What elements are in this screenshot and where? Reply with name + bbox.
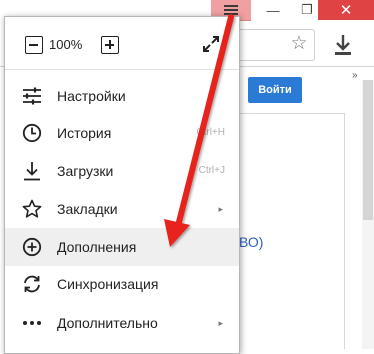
download-icon[interactable] — [332, 33, 354, 57]
menu-item-downloads[interactable]: Загрузки Ctrl+J — [5, 152, 239, 190]
more-tools-icon[interactable]: » — [352, 70, 362, 81]
sync-icon — [22, 274, 42, 294]
hamburger-icon — [224, 5, 238, 15]
restore-icon: ❐ — [301, 2, 313, 17]
zoom-level: 100% — [49, 37, 83, 52]
shortcut-label: Ctrl+J — [198, 165, 225, 176]
login-button[interactable]: Войти — [248, 77, 302, 103]
menu-item-sync[interactable]: Синхронизация — [5, 265, 239, 303]
download-icon — [22, 161, 42, 181]
menu-item-label: Загрузки — [57, 163, 114, 179]
submenu-arrow-icon: ▸ — [218, 204, 223, 214]
clock-icon — [22, 123, 42, 143]
page-link[interactable]: ВО) — [239, 234, 263, 250]
page-divider — [344, 113, 345, 349]
app-menu-panel: 100% Настройки История Ctrl+H Загрузки C… — [4, 16, 240, 354]
menu-item-more[interactable]: Дополнительно ▸ — [5, 304, 239, 342]
menu-item-label: Синхронизация — [57, 276, 159, 292]
menu-item-label: Закладки — [57, 201, 118, 217]
shortcut-label: Ctrl+H — [196, 127, 225, 138]
submenu-arrow-icon: ▸ — [218, 318, 223, 328]
sliders-icon — [22, 86, 42, 106]
zoom-out-button[interactable] — [25, 36, 43, 54]
minimize-icon: — — [266, 2, 280, 18]
dots-icon — [22, 313, 42, 333]
bookmark-star-icon[interactable]: ☆ — [288, 33, 310, 55]
menu-item-label: Настройки — [57, 88, 126, 104]
fullscreen-icon[interactable] — [201, 34, 221, 54]
star-icon — [22, 199, 42, 219]
minimize-button[interactable]: — — [256, 0, 290, 20]
menu-item-history[interactable]: История Ctrl+H — [5, 114, 239, 152]
close-window-button[interactable]: ✕ — [318, 0, 374, 20]
menu-item-label: Дополнения — [57, 239, 137, 255]
plus-circle-icon — [22, 237, 42, 257]
zoom-controls: 100% — [5, 17, 239, 73]
page-panel-border — [240, 113, 344, 114]
close-icon: ✕ — [339, 2, 353, 19]
zoom-in-button[interactable] — [101, 36, 119, 54]
menu-item-label: История — [57, 125, 112, 141]
menu-item-bookmarks[interactable]: Закладки ▸ — [5, 190, 239, 228]
menu-item-addons[interactable]: Дополнения — [5, 228, 239, 266]
scrollbar-thumb[interactable] — [363, 80, 373, 220]
menu-item-settings[interactable]: Настройки — [5, 77, 239, 115]
menu-separator — [5, 69, 239, 70]
menu-item-label: Дополнительно — [57, 315, 158, 331]
